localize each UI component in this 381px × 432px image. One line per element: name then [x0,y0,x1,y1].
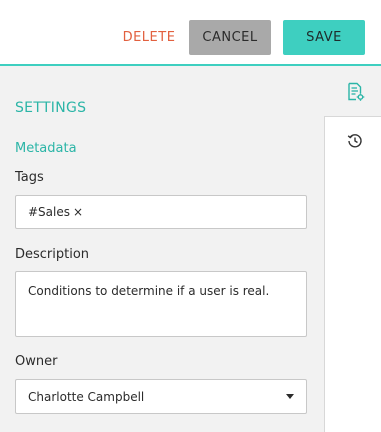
settings-document-icon [348,82,365,101]
tab-settings[interactable] [324,66,381,117]
description-field[interactable]: Conditions to determine if a user is rea… [15,271,307,337]
owner-label: Owner [15,354,58,369]
description-label: Description [15,247,90,262]
tag-chip: #Sales × [28,205,83,219]
settings-title: SETTINGS [15,100,87,116]
side-rail [324,66,381,432]
settings-panel: SETTINGS Metadata Tags #Sales × Descripti… [0,66,324,432]
owner-selected-value: Charlotte Campbell [28,390,145,404]
tags-label: Tags [15,170,44,185]
action-bar: DELETE CANCEL SAVE [0,0,381,66]
owner-select[interactable]: Charlotte Campbell [15,379,307,414]
tab-history[interactable] [324,116,381,432]
tags-input[interactable]: #Sales × [15,195,307,229]
chevron-down-icon[interactable] [286,394,294,399]
save-button[interactable]: SAVE [283,20,365,55]
description-value: Conditions to determine if a user is rea… [28,284,270,298]
tag-text: #Sales [28,205,70,219]
metadata-heading: Metadata [15,141,77,156]
tag-remove-icon[interactable]: × [73,205,83,219]
history-icon [347,134,362,148]
cancel-button[interactable]: CANCEL [189,20,271,55]
delete-button[interactable]: DELETE [118,20,180,55]
